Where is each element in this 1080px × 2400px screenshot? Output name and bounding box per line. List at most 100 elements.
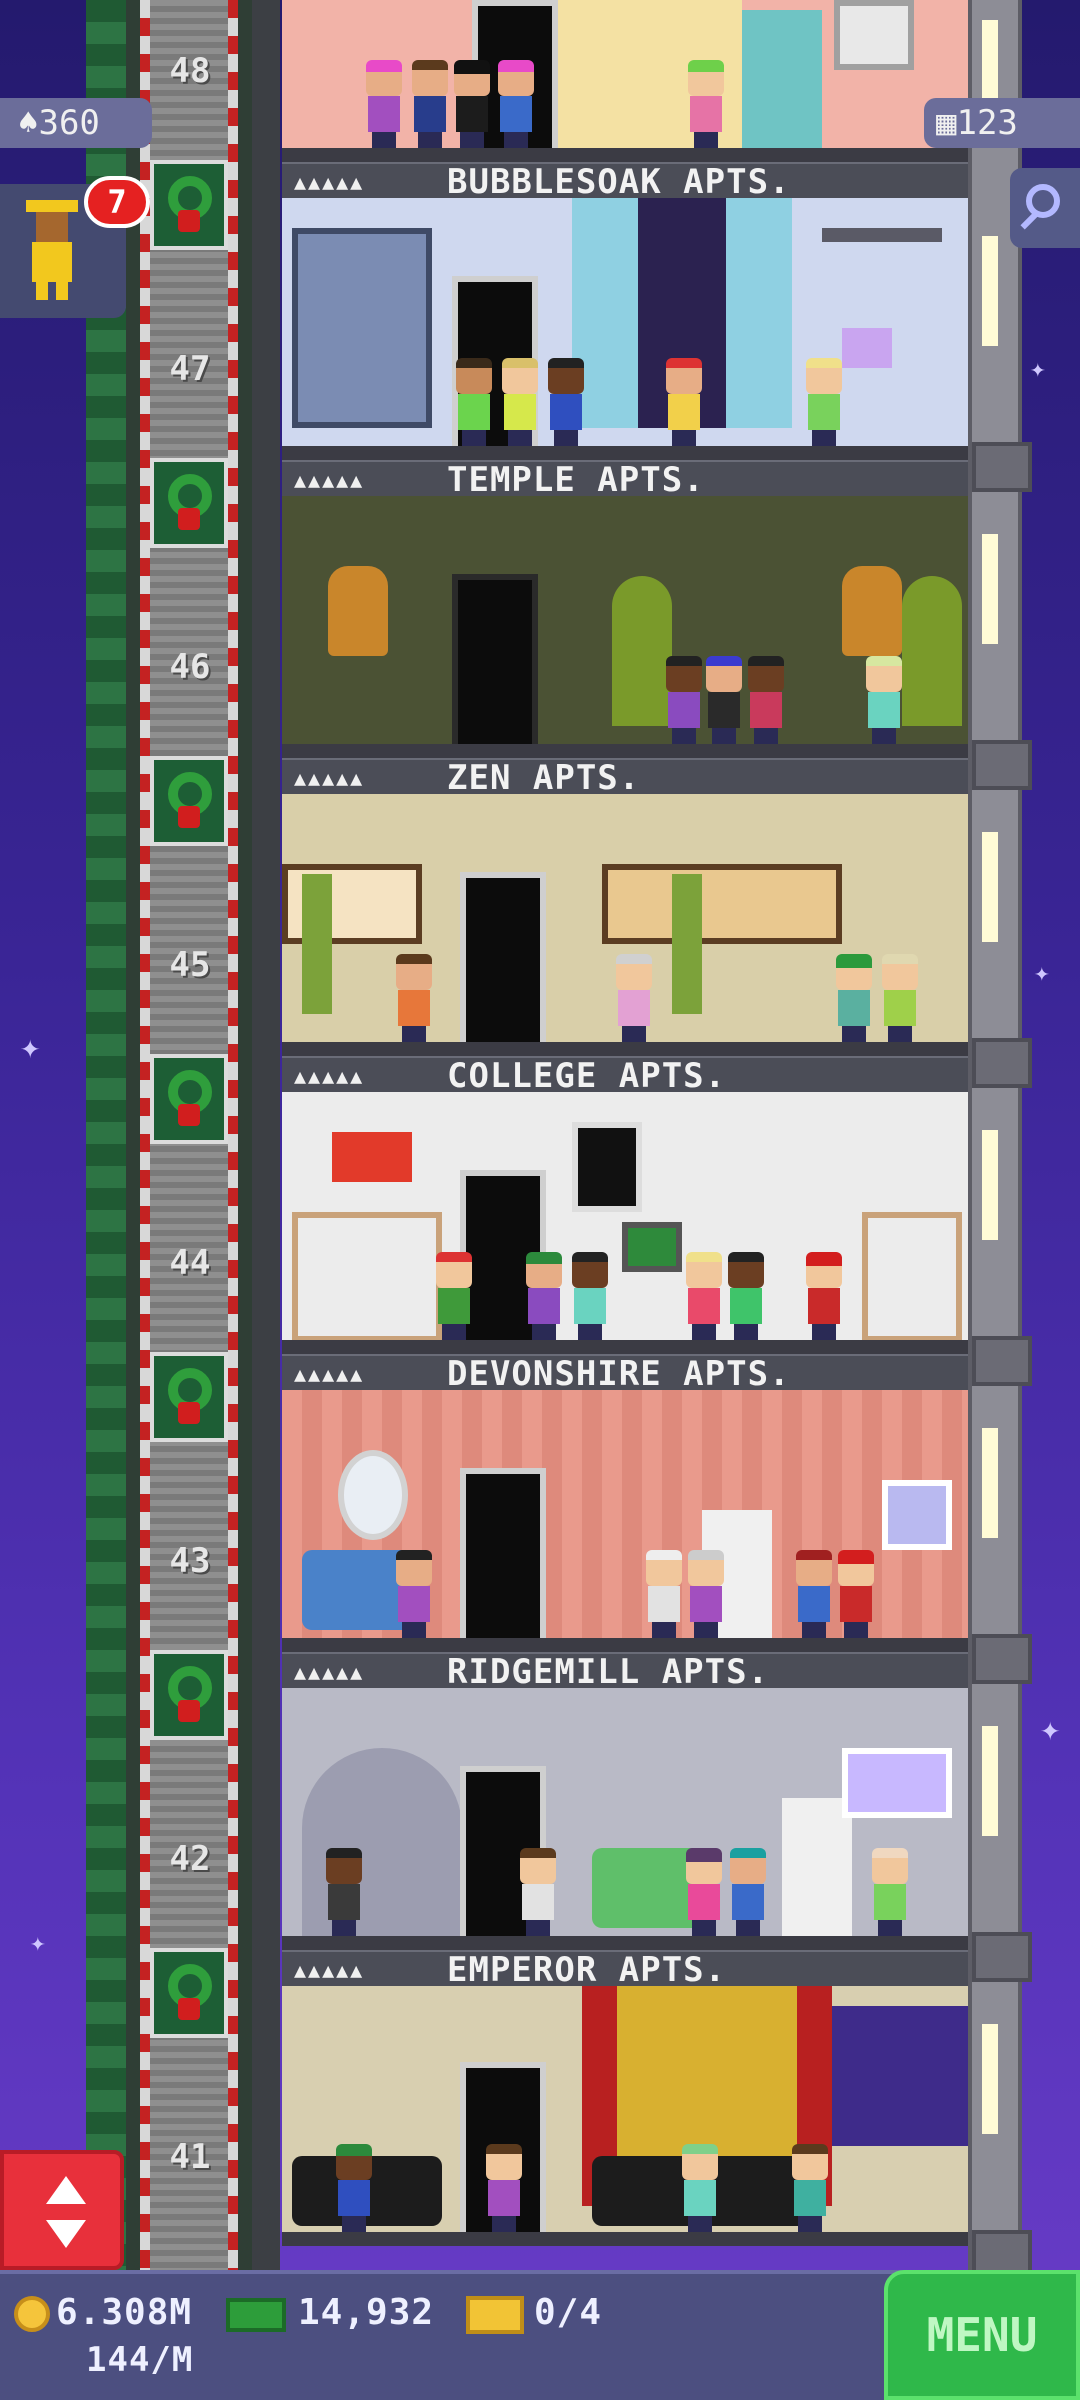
floor-44-room[interactable] xyxy=(282,1092,968,1354)
background-star: ✦ xyxy=(1040,1709,1061,1749)
bamboo-plant xyxy=(302,874,332,1014)
bow-icon xyxy=(178,806,200,828)
bitizen[interactable] xyxy=(702,656,746,744)
bitizen[interactable] xyxy=(726,1848,770,1936)
floor-name: DEVONSHIRE APTS. xyxy=(447,1354,791,1394)
search-button[interactable] xyxy=(1010,168,1080,248)
background-star: ✦ xyxy=(1034,958,1050,988)
floor-48-room[interactable] xyxy=(282,0,968,162)
floor-42-room[interactable] xyxy=(282,1688,968,1950)
floor-number: 46 xyxy=(169,647,211,687)
floor-slab xyxy=(282,446,968,460)
bitizen[interactable] xyxy=(642,1550,686,1638)
frame-bracket xyxy=(972,1038,1032,1088)
floor-rating-stars: ▲▲▲▲▲ xyxy=(294,1958,365,1982)
window xyxy=(842,1748,952,1818)
bitizen[interactable] xyxy=(792,1550,836,1638)
bitizen[interactable] xyxy=(522,1252,566,1340)
bitizen[interactable] xyxy=(432,1252,476,1340)
bitizen[interactable] xyxy=(332,2144,376,2232)
wreath-decoration xyxy=(150,1054,228,1144)
bitizen[interactable] xyxy=(516,1848,560,1936)
floor-slab xyxy=(282,1340,968,1354)
bitizen[interactable] xyxy=(878,954,922,1042)
floor-name: ZEN APTS. xyxy=(447,758,641,798)
floor-slab xyxy=(282,2232,968,2246)
person-icon: ♠ xyxy=(18,103,39,143)
wreath-decoration xyxy=(150,458,228,548)
bitizen[interactable] xyxy=(612,954,656,1042)
floor-label-bar: ▲▲▲▲▲ ZEN APTS. xyxy=(282,758,968,798)
floor-counter[interactable]: ▦123 xyxy=(924,98,1080,148)
bitizen[interactable] xyxy=(568,1252,612,1340)
floor-46-room[interactable] xyxy=(282,496,968,758)
bux-amount[interactable]: 14,932 xyxy=(298,2292,434,2333)
bitizen[interactable] xyxy=(684,60,728,148)
floor-label-bar: ▲▲▲▲▲ BUBBLESOAK APTS. xyxy=(282,162,968,200)
wall-light xyxy=(982,832,998,942)
vip-character-icon xyxy=(26,200,78,300)
bitizen[interactable] xyxy=(684,1550,728,1638)
bitizen[interactable] xyxy=(802,358,846,446)
building-icon: ▦ xyxy=(936,103,957,143)
elevator-button[interactable] xyxy=(0,2150,124,2270)
bitizen[interactable] xyxy=(682,1848,726,1936)
bitizen[interactable] xyxy=(662,358,706,446)
bitizen[interactable] xyxy=(392,954,436,1042)
floor-slab xyxy=(282,148,968,162)
wall-light xyxy=(982,1130,998,1240)
floor-label-bar: ▲▲▲▲▲ COLLEGE APTS. xyxy=(282,1056,968,1094)
bitizen[interactable] xyxy=(494,60,538,148)
bitizen[interactable] xyxy=(408,60,452,148)
bitizen[interactable] xyxy=(724,1252,768,1340)
coin-rate: 144/M xyxy=(86,2340,194,2380)
bow-icon xyxy=(178,1402,200,1424)
oval-mirror xyxy=(338,1450,408,1540)
floor-rating-stars: ▲▲▲▲▲ xyxy=(294,1362,365,1386)
bitizen[interactable] xyxy=(862,656,906,744)
population-counter[interactable]: ♠360 xyxy=(0,98,152,148)
bitizen[interactable] xyxy=(868,1848,912,1936)
window xyxy=(834,0,914,70)
shaft-rail xyxy=(86,0,126,2270)
bux-icon xyxy=(226,2298,286,2332)
bitizen[interactable] xyxy=(482,2144,526,2232)
bitizen[interactable] xyxy=(392,1550,436,1638)
bitizen[interactable] xyxy=(678,2144,722,2232)
bitizen[interactable] xyxy=(362,60,406,148)
down-arrow-icon xyxy=(46,2220,86,2248)
bitizen[interactable] xyxy=(832,954,876,1042)
background-star: ✦ xyxy=(1030,354,1046,384)
floor-label-bar: ▲▲▲▲▲ RIDGEMILL APTS. xyxy=(282,1652,968,1690)
bitizen[interactable] xyxy=(662,656,706,744)
floor-43-room[interactable] xyxy=(282,1390,968,1652)
bunk-bed xyxy=(292,1212,442,1342)
bitizen[interactable] xyxy=(682,1252,726,1340)
floor-number: 47 xyxy=(169,349,211,389)
coin-amount[interactable]: 6.308M xyxy=(56,2292,192,2333)
floor-number: 44 xyxy=(169,1243,211,1283)
floor-rating-stars: ▲▲▲▲▲ xyxy=(294,170,365,194)
floor-41-room[interactable] xyxy=(282,1986,968,2246)
wreath-decoration xyxy=(150,1650,228,1740)
ticket-count[interactable]: 0/4 xyxy=(534,2292,602,2333)
bitizen[interactable] xyxy=(834,1550,878,1638)
bitizen[interactable] xyxy=(322,1848,366,1936)
background-star: ✦ xyxy=(30,1928,46,1958)
menu-button[interactable]: MENU xyxy=(884,2270,1080,2400)
bitizen[interactable] xyxy=(544,358,588,446)
floor-47-room[interactable] xyxy=(282,198,968,460)
floor-45-room[interactable] xyxy=(282,794,968,1056)
bitizen[interactable] xyxy=(498,358,542,446)
wall-light xyxy=(982,1428,998,1538)
background-star: ✦ xyxy=(20,1027,41,1067)
bitizen[interactable] xyxy=(802,1252,846,1340)
bitizen[interactable] xyxy=(788,2144,832,2232)
vip-count-badge: 7 xyxy=(84,176,150,228)
bitizen[interactable] xyxy=(744,656,788,744)
bow-icon xyxy=(178,1700,200,1722)
floor-slab xyxy=(282,1638,968,1652)
bitizen[interactable] xyxy=(452,358,496,446)
wall-light xyxy=(982,2024,998,2134)
bitizen[interactable] xyxy=(450,60,494,148)
